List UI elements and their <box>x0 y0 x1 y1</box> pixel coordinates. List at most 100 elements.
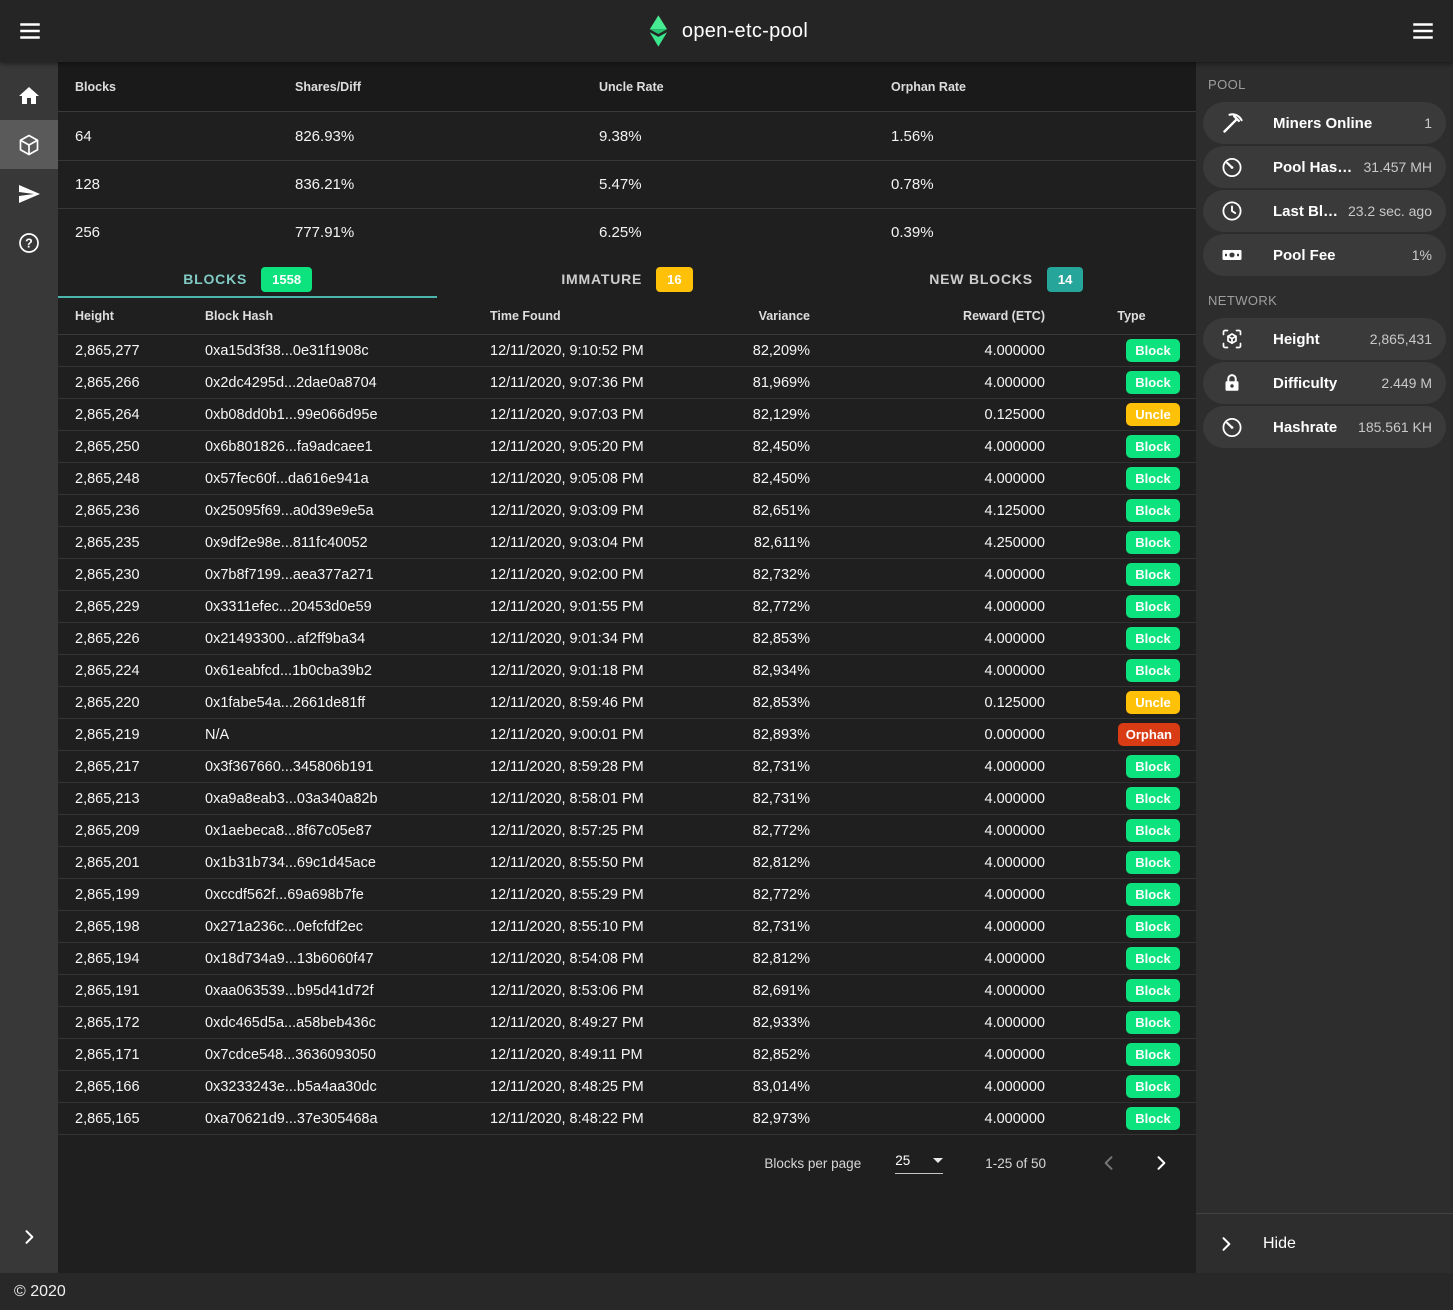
per-page-select[interactable]: 25 <box>895 1153 943 1174</box>
table-row[interactable]: 2,865,235 0x9df2e98e...811fc40052 12/11/… <box>58 527 1196 559</box>
cell-blocks: 128 <box>75 176 295 193</box>
cell-block-hash[interactable]: 0xa15d3f38...0e31f1908c <box>205 343 490 359</box>
cell-block-hash[interactable]: 0x3233243e...b5a4aa30dc <box>205 1079 490 1095</box>
menu-hamburger-right[interactable] <box>1401 9 1445 53</box>
pagination-bar: Blocks per page 25 1-25 of 50 <box>58 1135 1196 1191</box>
type-badge: Block <box>1126 883 1180 906</box>
blocks-rows: 2,865,277 0xa15d3f38...0e31f1908c 12/11/… <box>58 335 1196 1135</box>
table-row[interactable]: 2,865,236 0x25095f69...a0d39e9e5a 12/11/… <box>58 495 1196 527</box>
tab-count-badge: 14 <box>1047 267 1083 292</box>
table-row[interactable]: 2,865,248 0x57fec60f...da616e941a 12/11/… <box>58 463 1196 495</box>
sidebar-item-help[interactable]: ? <box>0 218 58 267</box>
table-row[interactable]: 2,865,250 0x6b801826...fa9adcaee1 12/11/… <box>58 431 1196 463</box>
cell-orphan-rate: 1.56% <box>891 128 1196 145</box>
table-row[interactable]: 2,865,191 0xaa063539...b95d41d72f 12/11/… <box>58 975 1196 1007</box>
cell-block-hash[interactable]: 0x1b31b734...69c1d45ace <box>205 855 490 871</box>
cell-block-hash[interactable]: 0x21493300...af2ff9ba34 <box>205 631 490 647</box>
table-row[interactable]: 2,865,198 0x271a236c...0efcfdf2ec 12/11/… <box>58 911 1196 943</box>
nav-expand-button[interactable] <box>0 1213 58 1261</box>
table-row[interactable]: 2,865,194 0x18d734a9...13b6060f47 12/11/… <box>58 943 1196 975</box>
cell-reward: 4.000000 <box>810 1111 1045 1127</box>
cell-block-hash[interactable]: 0x1aebeca8...8f67c05e87 <box>205 823 490 839</box>
table-row[interactable]: 2,865,199 0xccdf562f...69a698b7fe 12/11/… <box>58 879 1196 911</box>
table-row[interactable]: 2,865,220 0x1fabe54a...2661de81ff 12/11/… <box>58 687 1196 719</box>
cell-time-found: 12/11/2020, 9:01:55 PM <box>490 599 705 615</box>
type-badge: Block <box>1126 947 1180 970</box>
table-row[interactable]: 2,865,230 0x7b8f7199...aea377a271 12/11/… <box>58 559 1196 591</box>
table-row[interactable]: 2,865,213 0xa9a8eab3...03a340a82b 12/11/… <box>58 783 1196 815</box>
type-badge: Block <box>1126 1011 1180 1034</box>
cell-height: 2,865,229 <box>75 599 205 615</box>
cell-reward: 4.000000 <box>810 759 1045 775</box>
table-row[interactable]: 2,865,209 0x1aebeca8...8f67c05e87 12/11/… <box>58 815 1196 847</box>
cell-block-hash[interactable]: 0x7b8f7199...aea377a271 <box>205 567 490 583</box>
table-row[interactable]: 2,865,165 0xa70621d9...37e305468a 12/11/… <box>58 1103 1196 1135</box>
cell-reward: 4.000000 <box>810 823 1045 839</box>
table-row[interactable]: 2,865,264 0xb08dd0b1...99e066d95e 12/11/… <box>58 399 1196 431</box>
cell-block-hash[interactable]: 0x3311efec...20453d0e59 <box>205 599 490 615</box>
tab-label: NEW BLOCKS <box>929 271 1033 287</box>
cell-block-hash[interactable]: 0xaa063539...b95d41d72f <box>205 983 490 999</box>
sidebar-item-payments[interactable] <box>0 169 58 218</box>
tab-new-blocks[interactable]: NEW BLOCKS 14 <box>817 262 1196 298</box>
cell-block-hash[interactable]: 0x2dc4295d...2dae0a8704 <box>205 375 490 391</box>
table-row[interactable]: 2,865,166 0x3233243e...b5a4aa30dc 12/11/… <box>58 1071 1196 1103</box>
table-row[interactable]: 2,865,277 0xa15d3f38...0e31f1908c 12/11/… <box>58 335 1196 367</box>
cell-block-hash[interactable]: 0x7cdce548...3636093050 <box>205 1047 490 1063</box>
cell-block-hash[interactable]: 0xa70621d9...37e305468a <box>205 1111 490 1127</box>
table-row[interactable]: 2,865,201 0x1b31b734...69c1d45ace 12/11/… <box>58 847 1196 879</box>
cell-block-hash[interactable]: 0x6b801826...fa9adcaee1 <box>205 439 490 455</box>
cell-reward: 4.125000 <box>810 503 1045 519</box>
cell-block-hash[interactable]: 0xdc465d5a...a58beb436c <box>205 1015 490 1031</box>
next-page-button[interactable] <box>1144 1146 1178 1180</box>
cell-time-found: 12/11/2020, 9:03:09 PM <box>490 503 705 519</box>
cell-block-hash[interactable]: 0x3f367660...345806b191 <box>205 759 490 775</box>
table-row[interactable]: 2,865,224 0x61eabfcd...1b0cba39b2 12/11/… <box>58 655 1196 687</box>
cell-block-hash[interactable]: N/A <box>205 727 490 743</box>
cell-variance: 82,853% <box>705 695 810 711</box>
table-row[interactable]: 2,865,226 0x21493300...af2ff9ba34 12/11/… <box>58 623 1196 655</box>
cell-time-found: 12/11/2020, 9:03:04 PM <box>490 535 705 551</box>
pool-section-title: POOL <box>1196 62 1453 102</box>
cell-variance: 82,129% <box>705 407 810 423</box>
cell-block-hash[interactable]: 0x61eabfcd...1b0cba39b2 <box>205 663 490 679</box>
table-row[interactable]: 2,865,266 0x2dc4295d...2dae0a8704 12/11/… <box>58 367 1196 399</box>
tab-blocks[interactable]: BLOCKS 1558 <box>58 262 437 298</box>
cell-block-hash[interactable]: 0x9df2e98e...811fc40052 <box>205 535 490 551</box>
tab-label: BLOCKS <box>183 271 247 287</box>
table-row[interactable]: 2,865,229 0x3311efec...20453d0e59 12/11/… <box>58 591 1196 623</box>
cell-block-hash[interactable]: 0xa9a8eab3...03a340a82b <box>205 791 490 807</box>
cell-block-hash[interactable]: 0x18d734a9...13b6060f47 <box>205 951 490 967</box>
cell-height: 2,865,201 <box>75 855 205 871</box>
type-badge: Block <box>1126 1043 1180 1066</box>
cell-height: 2,865,264 <box>75 407 205 423</box>
cell-variance: 82,450% <box>705 439 810 455</box>
sidebar-item-home[interactable] <box>0 71 58 120</box>
cell-variance: 82,450% <box>705 471 810 487</box>
table-row[interactable]: 2,865,217 0x3f367660...345806b191 12/11/… <box>58 751 1196 783</box>
column-header: Orphan Rate <box>891 80 1196 94</box>
cell-time-found: 12/11/2020, 8:53:06 PM <box>490 983 705 999</box>
cell-block-hash[interactable]: 0x57fec60f...da616e941a <box>205 471 490 487</box>
stat-value: 1% <box>1408 247 1432 263</box>
previous-page-button[interactable] <box>1092 1146 1126 1180</box>
speedometer-icon <box>1220 155 1244 179</box>
tab-immature[interactable]: IMMATURE 16 <box>437 262 816 298</box>
cell-block-hash[interactable]: 0x271a236c...0efcfdf2ec <box>205 919 490 935</box>
cell-block-hash[interactable]: 0xb08dd0b1...99e066d95e <box>205 407 490 423</box>
sidebar-item-blocks[interactable] <box>0 120 58 169</box>
table-row[interactable]: 2,865,172 0xdc465d5a...a58beb436c 12/11/… <box>58 1007 1196 1039</box>
type-badge: Block <box>1126 915 1180 938</box>
table-row[interactable]: 2,865,219 N/A 12/11/2020, 9:00:01 PM 82,… <box>58 719 1196 751</box>
cell-block-hash[interactable]: 0x25095f69...a0d39e9e5a <box>205 503 490 519</box>
table-row[interactable]: 2,865,171 0x7cdce548...3636093050 12/11/… <box>58 1039 1196 1071</box>
cell-block-hash[interactable]: 0xccdf562f...69a698b7fe <box>205 887 490 903</box>
stat-miners-online: Miners Online 1 <box>1203 102 1446 144</box>
hide-sidebar-button[interactable]: Hide <box>1196 1213 1453 1273</box>
menu-hamburger-left[interactable] <box>8 9 52 53</box>
cell-block-hash[interactable]: 0x1fabe54a...2661de81ff <box>205 695 490 711</box>
stat-value: 2.449 M <box>1377 375 1432 391</box>
cell-height: 2,865,266 <box>75 375 205 391</box>
type-badge: Block <box>1126 979 1180 1002</box>
cell-height: 2,865,226 <box>75 631 205 647</box>
